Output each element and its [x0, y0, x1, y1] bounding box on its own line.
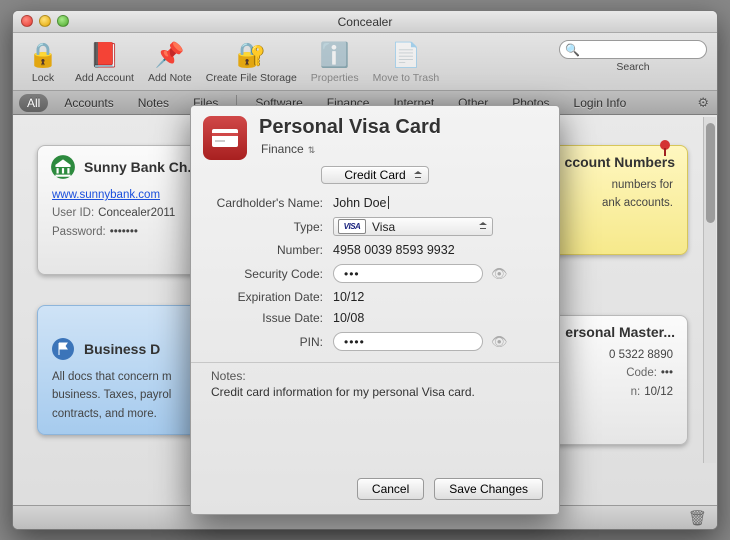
issue-label: Issue Date: — [211, 311, 323, 325]
sheet-title: Personal Visa Card — [259, 116, 547, 139]
create-storage-label: Create File Storage — [206, 72, 297, 84]
zoom-button[interactable] — [57, 15, 69, 27]
move-trash-button[interactable]: 📄 Move to Trash — [367, 36, 446, 86]
card-type-value: Visa — [372, 220, 395, 234]
add-note-button[interactable]: 📌 Add Note — [142, 36, 198, 86]
lock-label: Lock — [32, 72, 54, 84]
card-number-frag: 0 5322 8890 — [609, 349, 673, 361]
bank-url-link[interactable]: www.sunnybank.com — [52, 189, 160, 201]
issue-field[interactable]: 10/08 — [333, 311, 539, 325]
add-account-button[interactable]: 📕 Add Account — [69, 36, 140, 86]
scroll-thumb[interactable] — [706, 123, 715, 223]
userid-value: Concealer2011 — [98, 207, 175, 219]
record-type-select[interactable]: Credit Card — [321, 166, 428, 184]
tab-login[interactable]: Login Info — [566, 94, 635, 112]
add-note-label: Add Note — [148, 72, 192, 84]
notebook-pencil-icon: 📕 — [87, 38, 121, 72]
type-label: Type: — [211, 220, 323, 234]
note-line: ank accounts. — [602, 197, 673, 209]
pin-label: PIN: — [211, 335, 323, 349]
bank-icon — [50, 154, 76, 180]
notes-label: Notes: — [211, 369, 539, 383]
code-value: ••• — [661, 367, 673, 379]
close-button[interactable] — [21, 15, 33, 27]
save-button[interactable]: Save Changes — [434, 478, 543, 500]
pin-field[interactable]: •••• — [333, 332, 483, 351]
cardholder-field[interactable]: John Doe — [333, 196, 539, 210]
edit-sheet: Personal Visa Card Finance Credit Card C… — [190, 105, 560, 515]
number-label: Number: — [211, 243, 323, 257]
category-select[interactable]: Finance — [259, 141, 331, 157]
card-title: Sunny Bank Ch... — [84, 159, 199, 175]
create-storage-button[interactable]: 🔐 Create File Storage — [200, 36, 303, 86]
search-group: 🔍 Search — [559, 36, 711, 73]
tab-all[interactable]: All — [19, 94, 48, 112]
vertical-scrollbar[interactable] — [703, 117, 716, 463]
search-icon: 🔍 — [565, 43, 580, 57]
card-type-select[interactable]: VISA Visa — [333, 217, 493, 236]
seccode-value: ••• — [344, 267, 360, 281]
card-title: ersonal Master... — [565, 324, 675, 340]
credit-card-icon — [203, 116, 247, 160]
password-value: ••••••• — [110, 226, 138, 238]
note-line: numbers for — [612, 179, 673, 191]
window-title: Concealer — [338, 15, 393, 29]
userid-label: User ID: — [52, 207, 94, 219]
info-icon: ℹ️ — [318, 38, 352, 72]
visa-badge-icon: VISA — [338, 219, 366, 234]
properties-label: Properties — [311, 72, 359, 84]
window-controls — [21, 15, 69, 27]
trash-icon[interactable]: 🗑 — [688, 509, 707, 527]
expiration-field[interactable]: 10/12 — [333, 290, 539, 304]
exp-value: 10/12 — [644, 386, 673, 398]
expiration-label: Expiration Date: — [211, 290, 323, 304]
password-label: Password: — [52, 226, 106, 238]
pinned-note-icon: 📌 — [153, 38, 187, 72]
move-trash-label: Move to Trash — [373, 72, 440, 84]
folder-title: Business D — [84, 341, 160, 357]
eye-icon[interactable]: 👁 — [491, 266, 508, 282]
number-field[interactable]: 4958 0039 8593 9932 — [333, 243, 539, 257]
seccode-field[interactable]: ••• — [333, 264, 483, 283]
search-label: Search — [616, 61, 649, 73]
gear-icon[interactable]: ⚙ — [697, 95, 709, 111]
exp-label: n: — [631, 386, 641, 398]
tab-accounts[interactable]: Accounts — [56, 94, 121, 112]
cardholder-label: Cardholder's Name: — [211, 196, 323, 210]
notes-field[interactable]: Credit card information for my personal … — [211, 385, 539, 399]
add-account-label: Add Account — [75, 72, 134, 84]
code-label: Code: — [626, 367, 657, 379]
seccode-label: Security Code: — [211, 267, 323, 281]
lock-button[interactable]: 🔒 Lock — [19, 36, 67, 86]
search-input[interactable] — [559, 40, 707, 59]
properties-button[interactable]: ℹ️ Properties — [305, 36, 365, 86]
pushpin-icon — [655, 138, 675, 158]
toolbar: 🔒 Lock 📕 Add Account 📌 Add Note 🔐 Create… — [13, 33, 717, 91]
cancel-button[interactable]: Cancel — [357, 478, 424, 500]
flag-icon — [50, 336, 76, 362]
notes-section: Notes: Credit card information for my pe… — [191, 362, 559, 399]
safe-icon: 🔐 — [234, 38, 268, 72]
form: Cardholder's Name: John Doe Type: VISA V… — [191, 192, 559, 358]
minimize-button[interactable] — [39, 15, 51, 27]
eye-icon[interactable]: 👁 — [491, 334, 508, 350]
titlebar: Concealer — [13, 11, 717, 33]
tab-notes[interactable]: Notes — [130, 94, 177, 112]
trash-icon: 📄 — [389, 38, 423, 72]
lock-icon: 🔒 — [26, 38, 60, 72]
pin-value: •••• — [344, 335, 365, 349]
